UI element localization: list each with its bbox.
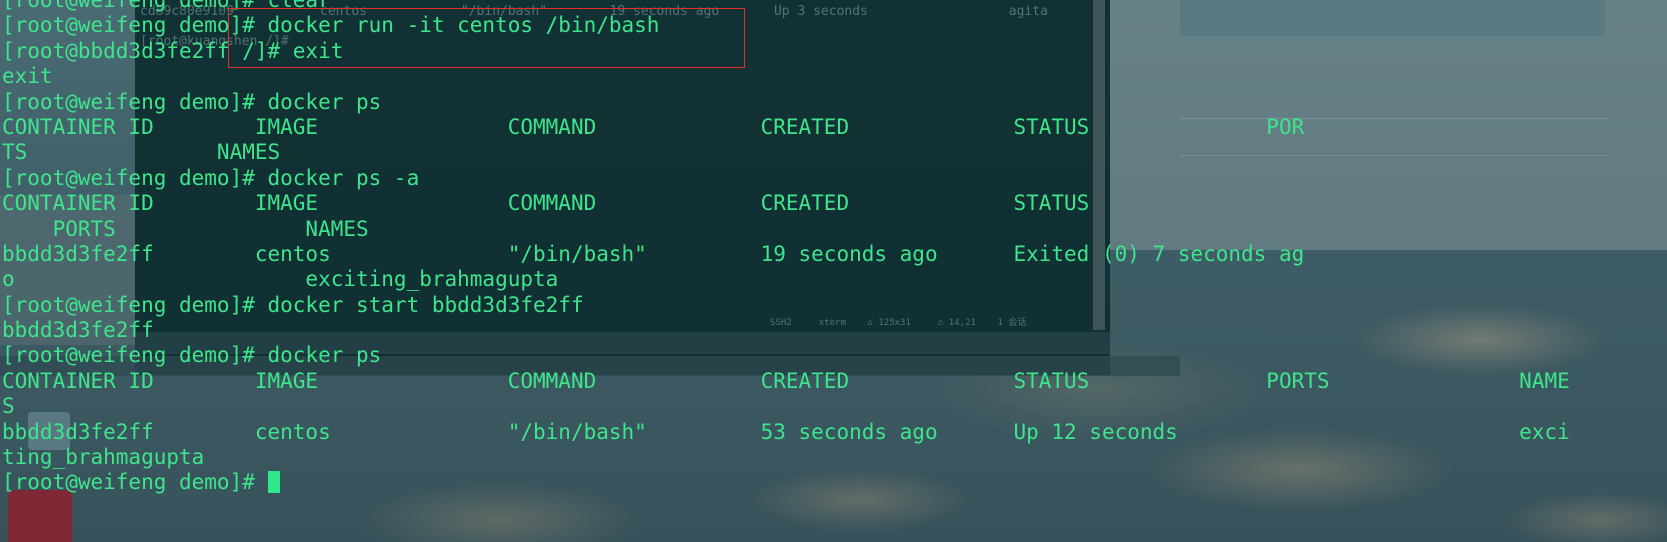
text-cursor <box>267 471 280 494</box>
taskbar-app-icon <box>8 490 72 542</box>
terminal-line: TS NAMES <box>2 140 281 165</box>
terminal-line: PORTS NAMES <box>2 216 369 241</box>
terminal-output[interactable]: [root@weifeng demo]# clear [root@weifeng … <box>2 0 1570 496</box>
terminal-input-line[interactable]: [root@weifeng demo]# <box>2 470 1570 495</box>
terminal-line: bbdd3d3fe2ff centos "/bin/bash" 19 secon… <box>2 241 1305 266</box>
terminal-line: bbdd3d3fe2ff centos "/bin/bash" 53 secon… <box>2 419 1570 444</box>
highlight-annotation-box <box>228 8 745 68</box>
terminal-line: ting_brahmagupta <box>2 445 205 470</box>
terminal-line: [root@weifeng demo]# docker ps -a <box>2 165 420 190</box>
terminal-line: [root@weifeng demo]# docker ps <box>2 89 382 114</box>
terminal-prompt: [root@weifeng demo]# <box>2 470 268 495</box>
terminal-line: S <box>2 394 15 419</box>
terminal-line: CONTAINER ID IMAGE COMMAND CREATED STATU… <box>2 114 1305 139</box>
terminal-line: [root@weifeng demo]# docker ps <box>2 343 382 368</box>
terminal-line: [root@weifeng demo]# docker start bbdd3d… <box>2 292 584 317</box>
terminal-line: CONTAINER ID IMAGE COMMAND CREATED STATU… <box>2 368 1570 393</box>
terminal-line: bbdd3d3fe2ff <box>2 318 154 343</box>
terminal-line: CONTAINER ID IMAGE COMMAND CREATED STATU… <box>2 191 1090 216</box>
terminal-line: o exciting_brahmagupta <box>2 267 559 292</box>
